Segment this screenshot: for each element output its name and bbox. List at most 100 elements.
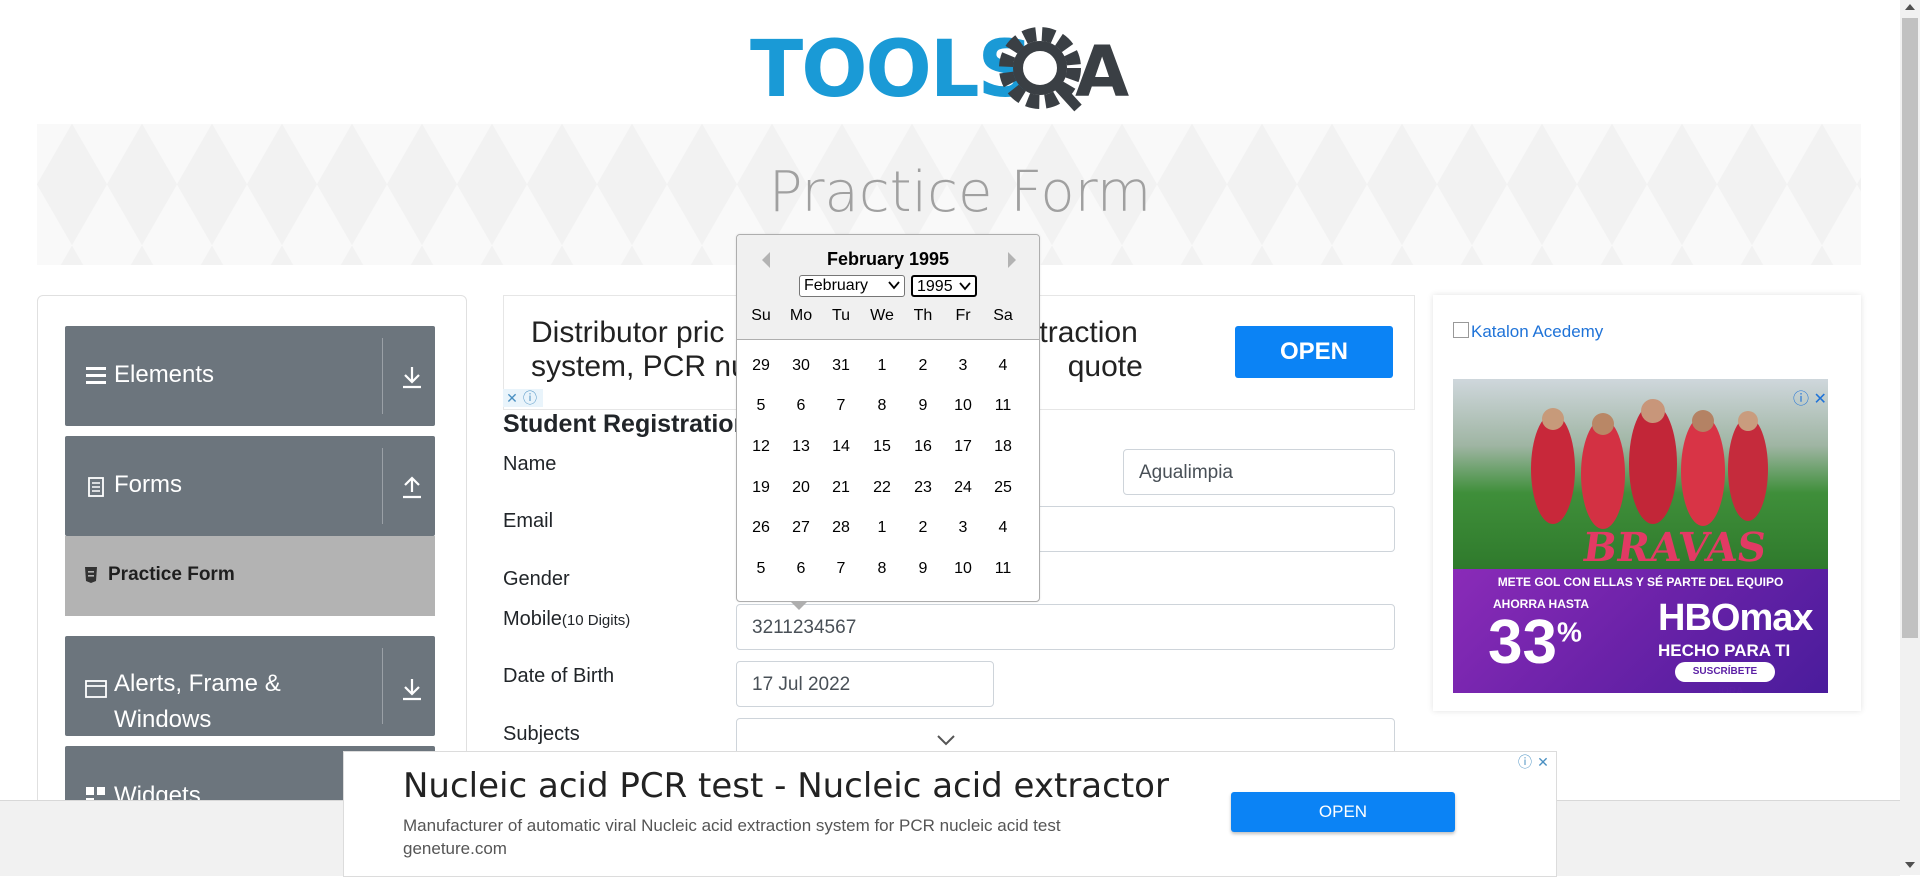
bottom-ad-choices[interactable]: ⓘ ✕ (1516, 752, 1556, 772)
ad-info-icon[interactable]: ⓘ (1516, 752, 1534, 772)
calendar-day[interactable]: 16 (903, 438, 943, 456)
mobile-input[interactable]: 3211234567 (736, 604, 1395, 650)
calendar-day[interactable]: 14 (821, 438, 861, 456)
upload-icon[interactable] (399, 474, 425, 500)
calendar-day[interactable]: 24 (943, 479, 983, 497)
calendar-day[interactable]: 1 (862, 357, 902, 375)
calendar-day[interactable]: 6 (781, 560, 821, 578)
sidebar-group-elements[interactable]: Elements (65, 326, 435, 426)
calendar-day[interactable]: 27 (781, 519, 821, 537)
calendar-day[interactable]: 19 (741, 479, 781, 497)
calendar-day[interactable]: 4 (983, 357, 1023, 375)
calendar-day[interactable]: 9 (903, 397, 943, 415)
scroll-up-arrow-icon[interactable] (1905, 4, 1915, 10)
date-picker-popup: February 1995 February 1995 Su Mo Tu We Th Fr… (736, 234, 1040, 610)
chevron-down-icon[interactable] (936, 734, 956, 746)
page-scrollbar[interactable] (1900, 0, 1920, 875)
calendar-day[interactable]: 7 (821, 560, 861, 578)
broken-image-icon (1453, 322, 1469, 338)
day-name-fr: Fr (955, 307, 971, 324)
ad-close-icon[interactable]: ✕ (1534, 752, 1552, 772)
dob-label: Date of Birth (503, 665, 615, 687)
month-select[interactable]: February (799, 275, 905, 297)
year-select[interactable]: 1995 (911, 275, 977, 297)
calendar-day[interactable]: 25 (983, 479, 1023, 497)
hbo-discount-number: 33 (1488, 608, 1557, 677)
document-icon (88, 477, 104, 497)
chevron-down-icon (959, 282, 971, 291)
calendar-day[interactable]: 4 (983, 519, 1023, 537)
calendar-day[interactable]: 10 (943, 560, 983, 578)
adchoices-badge[interactable]: ✕ ⓘ (503, 389, 543, 407)
calendar-day[interactable]: 1 (862, 519, 902, 537)
calendar-day[interactable]: 3 (943, 357, 983, 375)
ad-close-icon[interactable]: ✕ (1813, 391, 1826, 408)
name-label: Name (503, 453, 557, 475)
scrollbar-thumb[interactable] (1902, 18, 1918, 638)
calendar-day[interactable]: 10 (943, 397, 983, 415)
calendar-day[interactable]: 31 (821, 357, 861, 375)
download-icon[interactable] (399, 676, 425, 702)
calendar-day[interactable]: 13 (781, 438, 821, 456)
top-ad-text-line2-start: system, PCR nu (531, 350, 748, 383)
bottom-ad-open-button[interactable]: OPEN (1231, 792, 1455, 832)
bottom-ad-title[interactable]: Nucleic acid PCR test - Nucleic acid ext… (403, 766, 1169, 806)
hbo-max-ad-image[interactable]: BRAVAS METE GOL CON ELLAS Y SÉ PARTE DEL… (1453, 379, 1828, 693)
calendar-day[interactable]: 22 (862, 479, 902, 497)
bottom-advertisement[interactable]: Nucleic acid PCR test - Nucleic acid ext… (343, 751, 1557, 877)
group-divider (382, 648, 383, 724)
calendar-day[interactable]: 7 (821, 397, 861, 415)
calendar-day[interactable]: 12 (741, 438, 781, 456)
calendar-day[interactable]: 26 (741, 519, 781, 537)
ad-close-icon[interactable]: ✕ (503, 389, 521, 407)
calendar-day[interactable]: 29 (741, 357, 781, 375)
current-month-label: February 1995 (826, 249, 950, 269)
svg-text:A: A (1075, 31, 1129, 113)
email-input[interactable] (1038, 506, 1395, 552)
calendar-day[interactable]: 30 (781, 357, 821, 375)
sidebar-group-label: Forms (114, 471, 182, 498)
ad-choice-icons[interactable]: ⓘ ✕ (1793, 385, 1827, 409)
calendar-day[interactable]: 5 (741, 560, 781, 578)
calendar-day[interactable]: 11 (983, 560, 1023, 578)
calendar-day[interactable]: 2 (903, 357, 943, 375)
top-ad-open-button[interactable]: OPEN (1235, 326, 1393, 378)
ad-info-icon[interactable]: ⓘ (521, 389, 539, 407)
form-title: Student Registration (503, 410, 749, 438)
date-of-birth-input[interactable]: 17 Jul 2022 (736, 661, 994, 707)
sidebar-item-label: Practice Form (108, 564, 235, 585)
calendar-day[interactable]: 21 (821, 479, 861, 497)
top-ad-text-line1-start: Distributor pric (531, 316, 725, 349)
calendar-day[interactable]: 5 (741, 397, 781, 415)
sidebar-group-forms[interactable]: Forms (65, 436, 435, 536)
calendar-day[interactable]: 18 (983, 438, 1023, 456)
calendar-day[interactable]: 3 (943, 519, 983, 537)
last-name-input[interactable]: Agualimpia (1123, 449, 1395, 495)
sidebar-group-alerts[interactable]: Alerts, Frame & Windows (65, 636, 435, 736)
sidebar-group-label: Elements (114, 361, 215, 388)
date-picker-header: February 1995 February 1995 Su Mo Tu We Th Fr… (737, 235, 1039, 340)
calendar-day[interactable]: 9 (903, 560, 943, 578)
logo-graphic: TOOLS A (750, 25, 1129, 115)
calendar-day[interactable]: 23 (903, 479, 943, 497)
download-icon[interactable] (399, 364, 425, 390)
sidebar-item-practice-form[interactable]: Practice Form (65, 536, 435, 616)
mobile-label-text: Mobile (503, 608, 562, 630)
calendar-day[interactable]: 8 (862, 397, 902, 415)
calendar-day[interactable]: 6 (781, 397, 821, 415)
ad-info-icon[interactable]: ⓘ (1793, 391, 1809, 408)
calendar-day[interactable]: 8 (862, 560, 902, 578)
hbo-hecho: HECHO PARA TI (1658, 641, 1791, 660)
calendar-day[interactable]: 20 (781, 479, 821, 497)
calendar-day[interactable]: 11 (983, 397, 1023, 415)
right-advertisement[interactable]: Katalon Acedemy BRAVAS METE GOL CON ELLA… (1433, 295, 1861, 711)
next-month-icon[interactable] (1003, 249, 1021, 271)
calendar-day[interactable]: 17 (943, 438, 983, 456)
calendar-day[interactable]: 15 (862, 438, 902, 456)
hbo-subscribe-button[interactable]: SUSCRÍBETE AHORA (1675, 662, 1775, 693)
katalon-academy-link[interactable]: Katalon Acedemy (1453, 322, 1603, 342)
calendar-day[interactable]: 28 (821, 519, 861, 537)
calendar-day[interactable]: 2 (903, 519, 943, 537)
scroll-down-arrow-icon[interactable] (1905, 862, 1915, 868)
toolsqa-logo[interactable]: TOOLS A (750, 18, 1155, 118)
